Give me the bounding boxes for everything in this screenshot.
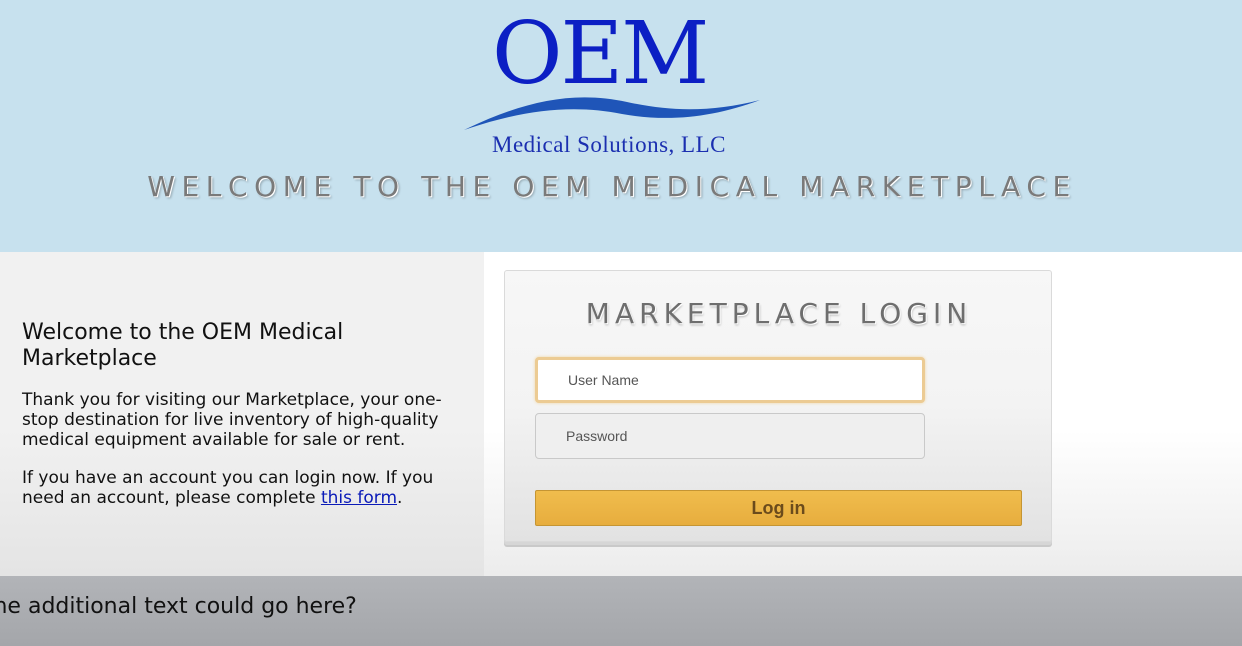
intro-panel: Welcome to the OEM Medical Marketplace T… [0,252,484,576]
login-title: MARKETPLACE LOGIN [585,297,973,330]
logo-subtitle: Medical Solutions, LLC [492,132,726,157]
logo-wave-icon [464,97,760,130]
welcome-title: WELCOME TO THE OEM MEDICAL MARKETPLACE [147,170,1077,203]
intro-paragraph: Thank you for visiting our Marketplace, … [22,390,442,450]
footer: me additional text could go here? [0,576,1242,646]
username-input[interactable] [535,357,925,403]
login-button[interactable]: Log in [535,490,1022,526]
header: OEM Medical Solutions, LLC WELCOME TO TH… [0,0,1242,252]
login-box: MARKETPLACE LOGIN Log in [504,270,1052,542]
account-text-end: . [397,488,403,508]
logo-main-text: OEM [492,4,709,104]
oem-logo: OEM Medical Solutions, LLC [462,4,762,160]
account-form-link[interactable]: this form [321,488,397,508]
account-paragraph: If you have an account you can login now… [22,468,442,508]
intro-heading: Welcome to the OEM Medical Marketplace [22,320,344,371]
password-input[interactable] [535,413,925,459]
footer-text: me additional text could go here? [0,594,357,619]
login-panel: MARKETPLACE LOGIN Log in [484,252,1242,576]
